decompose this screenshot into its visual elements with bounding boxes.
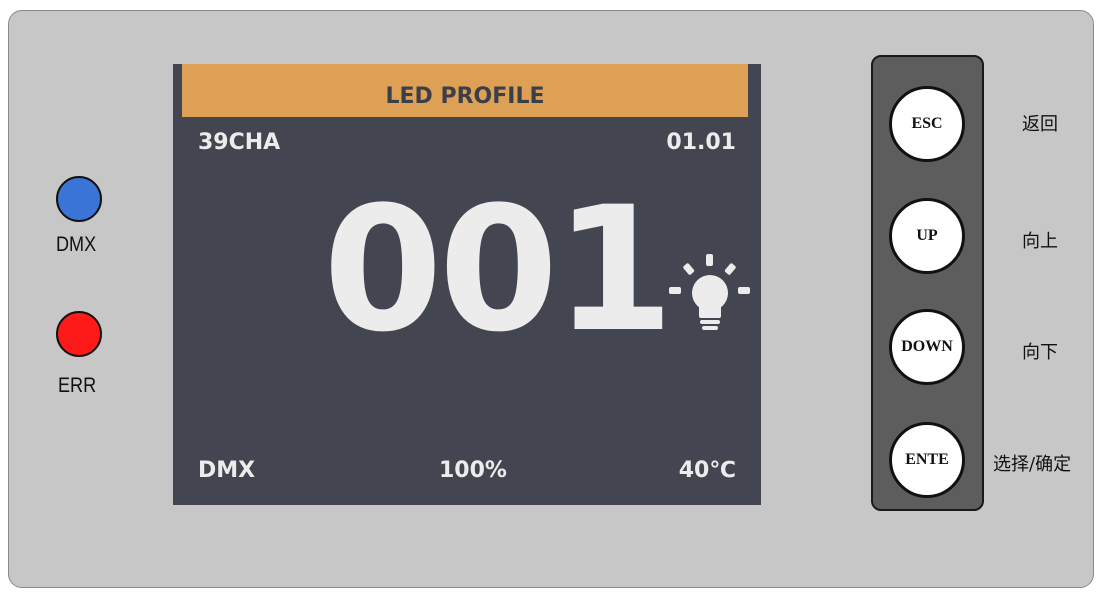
screen-title-bar: LED PROFILE — [182, 64, 748, 117]
err-indicator-label: ERR — [58, 374, 97, 397]
enter-button[interactable]: ENTE — [889, 422, 965, 498]
signal-source: DMX — [198, 458, 256, 483]
down-description: 向下 — [1022, 342, 1058, 363]
down-button[interactable]: DOWN — [889, 309, 965, 385]
up-description: 向上 — [1022, 231, 1058, 252]
screen-title: LED PROFILE — [385, 84, 545, 109]
err-indicator-led — [56, 311, 102, 357]
dmx-indicator-label: DMX — [56, 233, 97, 256]
esc-description: 返回 — [1022, 114, 1058, 135]
temperature-readout: 40℃ — [678, 458, 736, 483]
enter-description: 选择/确定 — [993, 454, 1072, 475]
up-button[interactable]: UP — [889, 198, 965, 274]
lcd-display: LED PROFILE 39CHA 01.01 001 DMX 100% 40℃ — [173, 64, 761, 505]
dimmer-level: 100% — [439, 458, 507, 483]
esc-button[interactable]: ESC — [889, 86, 965, 162]
dmx-address-value: 001 — [323, 169, 674, 370]
channel-mode: 39CHA — [198, 130, 281, 155]
dmx-indicator-led — [56, 176, 102, 222]
light-bulb-icon — [669, 254, 750, 330]
firmware-version: 01.01 — [666, 130, 736, 155]
